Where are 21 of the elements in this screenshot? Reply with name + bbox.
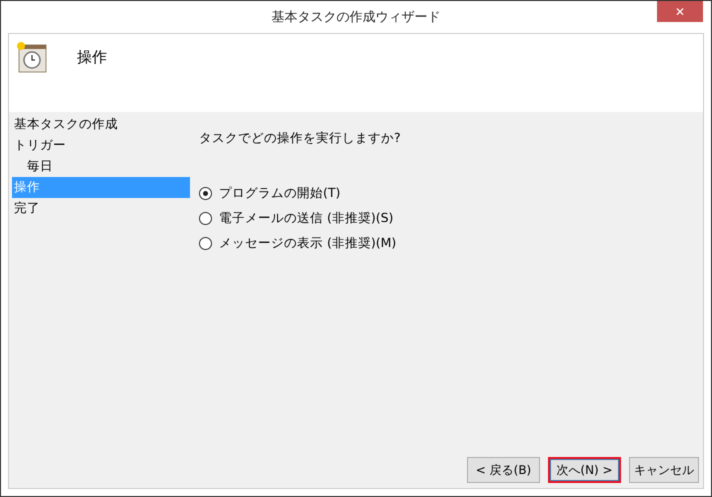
option-label: プログラムの開始(T) xyxy=(219,184,340,202)
step-item: 基本タスクの作成 xyxy=(13,115,119,133)
radio-button[interactable] xyxy=(199,212,212,224)
radio-option[interactable]: 電子メールの送信 (非推奨)(S) xyxy=(199,209,703,227)
wizard-button[interactable]: < 戻る(B) xyxy=(467,457,540,483)
radio-button[interactable] xyxy=(199,236,212,250)
step-item: トリガー xyxy=(13,136,67,154)
question-text: タスクでどの操作を実行しますか? xyxy=(199,130,402,147)
step-item: 操作 xyxy=(12,177,190,198)
radio-option[interactable]: プログラムの開始(T) xyxy=(199,184,703,202)
wizard-button[interactable]: キャンセル xyxy=(629,457,699,483)
wizard-button[interactable]: 次へ(N) > xyxy=(548,457,621,483)
close-button[interactable]: ✕ xyxy=(657,1,703,22)
window-title: 基本タスクの作成ウィザード xyxy=(272,9,440,26)
option-label: メッセージの表示 (非推奨)(M) xyxy=(219,234,396,252)
step-item: 完了 xyxy=(13,199,41,217)
option-label: 電子メールの送信 (非推奨)(S) xyxy=(219,210,394,226)
radio-button[interactable] xyxy=(199,186,212,200)
page-heading: 操作 xyxy=(77,48,107,67)
radio-option[interactable]: メッセージの表示 (非推奨)(M) xyxy=(199,234,703,252)
step-item: 毎日 xyxy=(26,157,54,175)
